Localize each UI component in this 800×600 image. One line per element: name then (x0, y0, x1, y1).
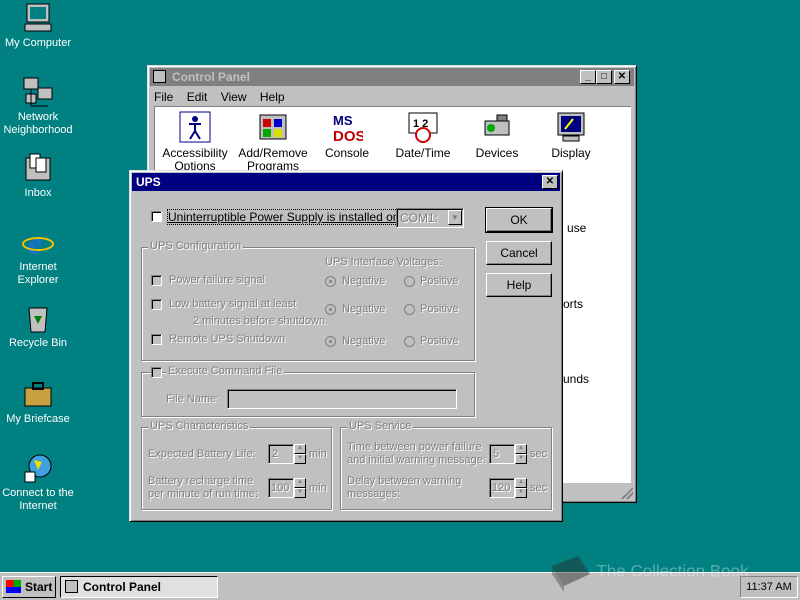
ok-button[interactable]: OK (485, 207, 553, 233)
spin-up-icon: ▲ (294, 444, 306, 454)
cp-item-console[interactable]: MS DOS Console (307, 111, 387, 160)
accessibility-icon (179, 111, 211, 143)
ups-service-group: UPS Service Time between power failure a… (340, 420, 552, 510)
cp-item-add-remove[interactable]: Add/Remove Programs (233, 111, 313, 173)
inbox-icon (22, 152, 54, 184)
power-failure-positive-radio[interactable] (404, 276, 415, 287)
help-button[interactable]: Help (486, 273, 552, 297)
spin-down-icon: ▼ (294, 454, 306, 464)
low-battery-positive-radio[interactable] (404, 304, 415, 315)
execute-command-checkbox[interactable] (151, 367, 162, 378)
svg-text:DOS: DOS (333, 128, 363, 143)
book-icon (548, 552, 592, 592)
computer-icon (22, 2, 54, 34)
remote-shutdown-positive-radio[interactable] (404, 336, 415, 347)
taskbar-item-control-panel[interactable]: Control Panel (60, 576, 218, 598)
datetime-icon: 1 2 (407, 111, 439, 143)
ie-icon: e (22, 225, 54, 261)
network-icon (22, 76, 54, 108)
power-failure-negative-radio[interactable] (325, 276, 336, 287)
svg-text:e: e (28, 226, 42, 258)
low-battery-negative-radio[interactable] (325, 304, 336, 315)
cancel-button[interactable]: Cancel (486, 241, 552, 265)
console-icon: MS DOS (331, 111, 366, 145)
chevron-down-icon: ▼ (448, 210, 462, 225)
execute-command-group: Execute Command File File Name: (141, 365, 475, 417)
close-icon: ✕ (545, 176, 555, 187)
desktop-icon-network[interactable]: Network Neighborhood (0, 76, 76, 137)
delay-time-spinner[interactable]: ▲ ▼ (515, 478, 527, 498)
cp-item-accessibility[interactable]: Accessibility Options (155, 111, 235, 173)
cp-item-datetime[interactable]: 1 2 Date/Time (383, 111, 463, 160)
ups-installed-label: Uninterruptible Power Supply is installe… (167, 209, 404, 225)
add-remove-icon (257, 111, 289, 143)
connect-icon (22, 452, 54, 484)
control-panel-icon (65, 580, 78, 593)
cp-partial-mouse[interactable]: use (567, 221, 586, 235)
battery-life-spinner[interactable]: ▲ ▼ (294, 444, 306, 464)
windows-logo-icon (6, 580, 21, 593)
ups-title: UPS (136, 175, 161, 189)
cp-item-display[interactable]: Display (531, 111, 611, 160)
file-name-input[interactable] (227, 389, 457, 409)
clock[interactable]: 11:37 AM (746, 581, 792, 593)
recharge-time-input[interactable]: 100 (268, 478, 294, 498)
desktop-icon-internet-explorer[interactable]: e Internet Explorer (0, 225, 76, 287)
delay-time-input[interactable]: 120 (489, 478, 515, 498)
low-battery-checkbox[interactable] (151, 299, 162, 310)
control-panel-title: Control Panel (172, 70, 251, 84)
recharge-time-spinner[interactable]: ▲ ▼ (294, 478, 306, 498)
cp-partial-sounds[interactable]: unds (563, 372, 589, 386)
spin-down-icon: ▼ (294, 488, 306, 498)
desktop-icon-recycle-bin[interactable]: Recycle Bin (0, 302, 76, 350)
spin-up-icon: ▲ (515, 478, 527, 488)
minimize-button[interactable]: _ (580, 70, 596, 84)
menu-view[interactable]: View (221, 90, 247, 104)
desktop-icon-my-briefcase[interactable]: My Briefcase (0, 378, 76, 426)
ups-installed-checkbox[interactable] (151, 211, 162, 222)
close-icon: ✕ (617, 71, 627, 82)
spin-up-icon: ▲ (515, 444, 527, 454)
control-panel-titlebar[interactable]: Control Panel _ □ ✕ (150, 68, 634, 86)
ups-dialog: UPS ✕ Uninterruptible Power Supply is in… (129, 170, 563, 522)
briefcase-icon (22, 378, 54, 410)
ups-characteristics-group: UPS Characteristics Expected Battery Lif… (141, 420, 332, 510)
cp-item-devices[interactable]: Devices (457, 111, 537, 160)
ups-titlebar[interactable]: UPS ✕ (132, 173, 560, 191)
maximize-icon: □ (600, 71, 608, 82)
minimize-icon: _ (585, 71, 591, 82)
remote-shutdown-checkbox[interactable] (151, 334, 162, 345)
ups-configuration-group: UPS Configuration UPS Interface Voltages… (141, 240, 475, 361)
resize-grip-icon[interactable] (621, 487, 633, 499)
start-button[interactable]: Start (2, 576, 56, 598)
devices-icon (481, 111, 513, 143)
warning-time-input[interactable]: 5 (489, 444, 515, 464)
cp-partial-ports[interactable]: orts (563, 297, 583, 311)
spin-down-icon: ▼ (515, 454, 527, 464)
desktop-icon-my-computer[interactable]: My Computer (0, 2, 76, 50)
display-icon (555, 111, 587, 143)
desktop-icon-inbox[interactable]: Inbox (0, 152, 76, 200)
control-panel-title-icon (153, 70, 166, 83)
desktop-icon-connect-internet[interactable]: Connect to the Internet (0, 452, 76, 513)
menu-help[interactable]: Help (260, 90, 285, 104)
power-failure-checkbox[interactable] (151, 275, 162, 286)
watermark: The Collection Book (548, 552, 749, 592)
spin-up-icon: ▲ (294, 478, 306, 488)
com-port-select[interactable]: COM1: ▼ (396, 208, 464, 228)
maximize-button[interactable]: □ (596, 70, 612, 84)
menu-bar: File Edit View Help (148, 88, 636, 106)
menu-edit[interactable]: Edit (187, 90, 208, 104)
close-button[interactable]: ✕ (614, 70, 630, 84)
menu-file[interactable]: File (154, 90, 173, 104)
battery-life-input[interactable]: 2 (268, 444, 294, 464)
ups-close-button[interactable]: ✕ (542, 175, 558, 189)
warning-time-spinner[interactable]: ▲ ▼ (515, 444, 527, 464)
recycle-bin-icon (22, 302, 54, 334)
svg-text:MS: MS (333, 113, 353, 128)
remote-shutdown-negative-radio[interactable] (325, 336, 336, 347)
spin-down-icon: ▼ (515, 488, 527, 498)
